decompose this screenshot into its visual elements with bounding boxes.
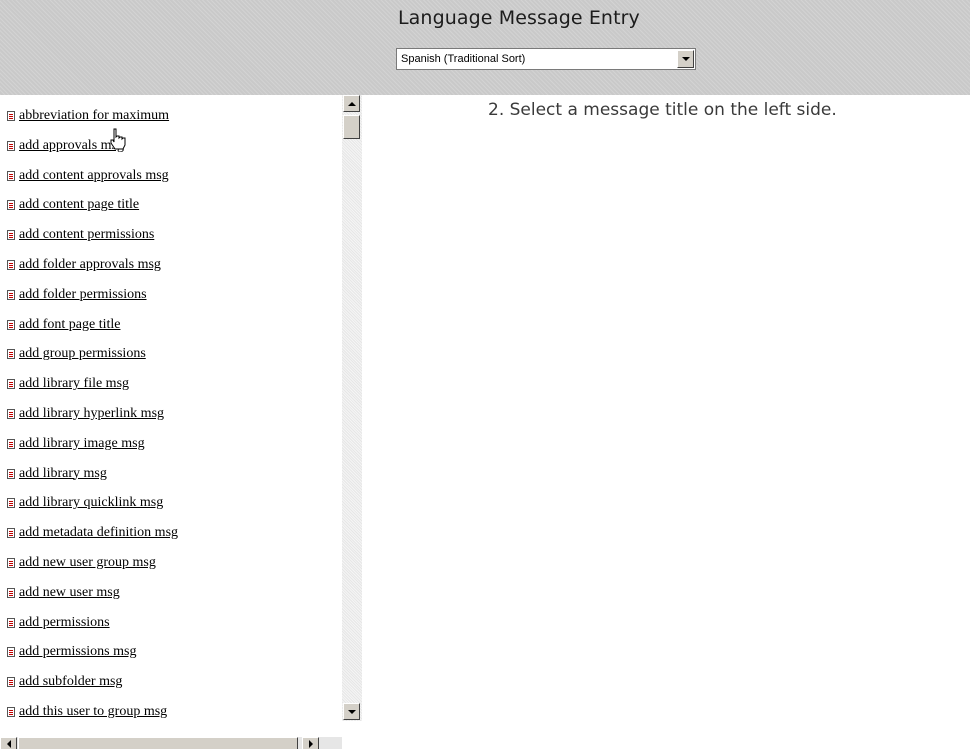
message-title-link[interactable]: add permissions msg [19, 644, 136, 660]
document-icon [7, 528, 15, 539]
list-item: add content page title [7, 194, 139, 216]
list-item: abbreviation for maximum [7, 105, 169, 127]
scroll-right-button[interactable] [302, 737, 319, 749]
list-item: add folder permissions [7, 284, 147, 306]
vertical-scrollbar[interactable] [342, 95, 362, 721]
document-icon [7, 260, 15, 270]
list-item: add approvals msg [7, 135, 124, 157]
header-bar: Language Message Entry Spanish (Traditio… [0, 0, 970, 95]
message-title-link[interactable]: add subfolder msg [19, 674, 122, 690]
chevron-down-icon [681, 57, 690, 61]
document-icon [7, 617, 15, 628]
document-icon [7, 468, 15, 479]
arrow-left-icon [6, 740, 11, 748]
language-dropdown-button[interactable] [677, 50, 694, 68]
message-title-link[interactable]: add folder permissions [19, 287, 147, 303]
horizontal-scrollbar[interactable] [0, 737, 342, 749]
scroll-left-button[interactable] [0, 737, 17, 749]
scroll-down-button[interactable] [343, 703, 360, 720]
document-icon [7, 170, 15, 181]
message-title-link[interactable]: add library quicklink msg [19, 495, 163, 511]
list-item: add content approvals msg [7, 165, 169, 187]
message-title-link[interactable]: abbreviation for maximum [19, 108, 169, 124]
list-item: add new user group msg [7, 552, 156, 574]
list-item: add content permissions [7, 224, 154, 246]
document-icon [7, 707, 15, 717]
scroll-up-button[interactable] [343, 95, 360, 112]
message-list: abbreviation for maximum add approvals ms… [0, 95, 342, 749]
page-title: Language Message Entry [398, 7, 640, 29]
message-title-link[interactable]: add library image msg [19, 436, 145, 452]
message-title-link[interactable]: add group permissions [19, 346, 146, 362]
message-list-frame: abbreviation for maximum add approvals ms… [0, 95, 362, 749]
document-icon [7, 677, 15, 688]
document-icon [7, 289, 15, 300]
arrow-down-icon [347, 709, 356, 714]
list-item: add library hyperlink msg [7, 403, 164, 425]
language-select[interactable]: Spanish (Traditional Sort) [396, 48, 696, 70]
document-icon [7, 498, 15, 509]
list-item: add subfolder msg [7, 671, 122, 693]
message-title-link[interactable]: add permissions [19, 615, 110, 631]
document-icon [7, 587, 15, 598]
list-item: add library quicklink msg [7, 492, 163, 514]
document-icon [7, 319, 15, 330]
message-title-link[interactable]: add library hyperlink msg [19, 406, 164, 422]
message-title-link[interactable]: add font page title [19, 317, 120, 333]
message-title-link[interactable]: add new user msg [19, 585, 120, 601]
list-item: add group permissions [7, 343, 146, 365]
message-title-link[interactable]: add library msg [19, 466, 107, 482]
list-item: add folder approvals msg [7, 254, 161, 276]
message-title-link[interactable]: add new user group msg [19, 555, 156, 571]
message-title-link[interactable]: add approvals msg [19, 138, 124, 154]
document-icon [7, 349, 15, 360]
message-title-link[interactable]: add library file msg [19, 376, 129, 392]
document-icon [7, 409, 15, 419]
document-icon [7, 558, 15, 568]
list-item: add this user to group msg [7, 701, 167, 723]
arrow-up-icon [347, 101, 356, 106]
document-icon [7, 379, 15, 390]
list-item: add library image msg [7, 433, 145, 455]
message-title-link[interactable]: add metadata definition msg [19, 525, 178, 541]
document-icon [7, 647, 15, 658]
instruction-text: 2. Select a message title on the left si… [488, 100, 837, 120]
list-item: add metadata definition msg [7, 522, 178, 544]
vertical-scroll-thumb[interactable] [343, 115, 360, 139]
list-item: add permissions msg [7, 641, 136, 663]
message-title-link[interactable]: add content page title [19, 197, 139, 213]
document-icon [7, 111, 15, 121]
document-icon [7, 438, 15, 449]
list-item: add library file msg [7, 373, 129, 395]
message-title-link[interactable]: add content approvals msg [19, 168, 169, 184]
list-item: add new user msg [7, 582, 120, 604]
document-icon [7, 140, 15, 151]
list-item: add font page title [7, 314, 120, 336]
list-item: add permissions [7, 612, 110, 634]
language-select-value: Spanish (Traditional Sort) [401, 53, 526, 65]
message-title-link[interactable]: add folder approvals msg [19, 257, 161, 273]
list-item: add library msg [7, 463, 107, 485]
arrow-right-icon [308, 740, 313, 748]
message-title-link[interactable]: add this user to group msg [19, 704, 167, 720]
document-icon [7, 230, 15, 241]
message-title-link[interactable]: add content permissions [19, 227, 154, 243]
horizontal-scroll-thumb[interactable] [18, 737, 298, 749]
document-icon [7, 200, 15, 211]
